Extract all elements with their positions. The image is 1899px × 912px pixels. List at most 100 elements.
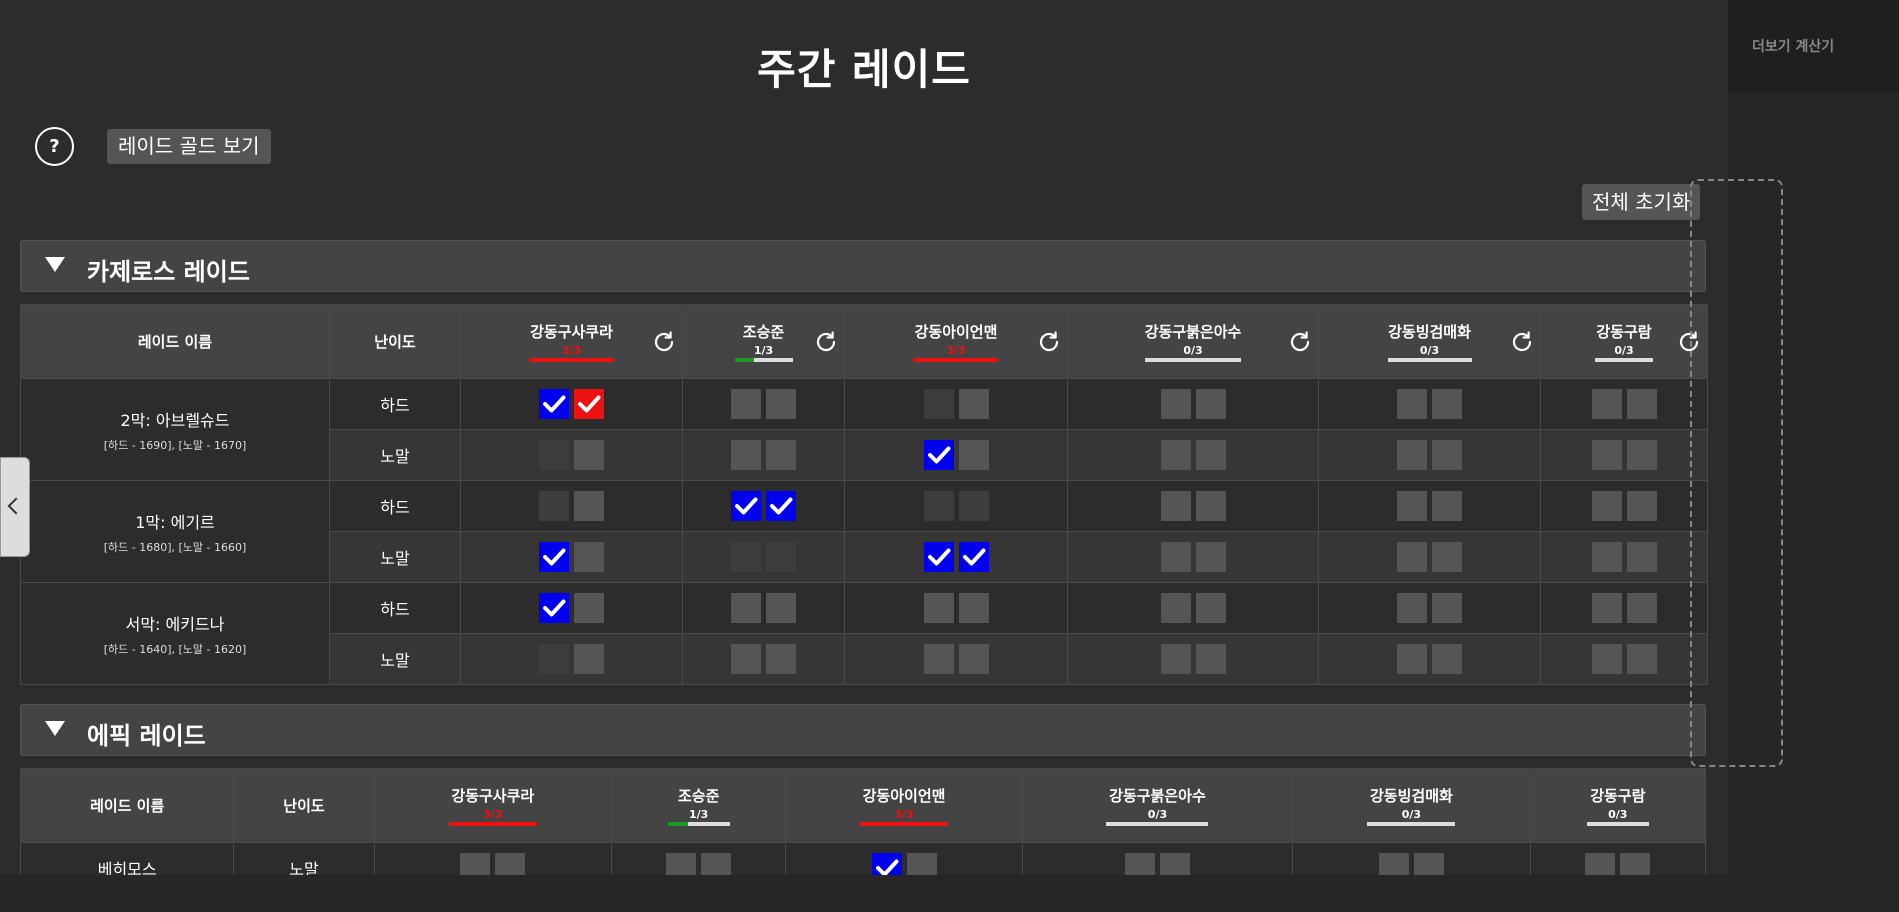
gate-checkbox[interactable] bbox=[1585, 853, 1616, 875]
gate-checkbox[interactable] bbox=[539, 644, 569, 674]
gate-checkbox[interactable] bbox=[923, 542, 954, 572]
gate-checkbox[interactable] bbox=[1195, 593, 1226, 623]
gate-checkbox[interactable] bbox=[574, 440, 604, 470]
gate-checkbox[interactable] bbox=[1159, 853, 1190, 875]
gate-checkbox[interactable] bbox=[539, 440, 569, 470]
gate-checkbox[interactable] bbox=[923, 440, 954, 470]
gate-checkbox[interactable] bbox=[574, 491, 604, 521]
gate-checkbox[interactable] bbox=[766, 542, 796, 572]
gate-checkbox[interactable] bbox=[1397, 491, 1427, 521]
table-row: 베히모스 노말 bbox=[19, 842, 1707, 875]
gate-checkbox[interactable] bbox=[1397, 593, 1427, 623]
gate-checkbox[interactable] bbox=[1124, 853, 1155, 875]
gate-checkbox[interactable] bbox=[1195, 644, 1226, 674]
gate-checkbox[interactable] bbox=[1195, 389, 1226, 419]
gate-checkbox[interactable] bbox=[958, 491, 989, 521]
gate-checkbox[interactable] bbox=[1432, 542, 1462, 572]
gate-checkbox[interactable] bbox=[1160, 593, 1191, 623]
gate-checkbox[interactable] bbox=[1160, 491, 1191, 521]
gate-checkbox[interactable] bbox=[666, 853, 697, 875]
gate-checkbox[interactable] bbox=[1160, 389, 1191, 419]
character-column-header: 강동구붉은아수 0/3 bbox=[1067, 304, 1319, 379]
gate-checkbox[interactable] bbox=[1432, 644, 1462, 674]
refresh-icon[interactable] bbox=[1510, 330, 1534, 354]
gate-checkbox[interactable] bbox=[731, 593, 761, 623]
gate-checkbox[interactable] bbox=[574, 542, 604, 572]
gate-checkbox-cell bbox=[1067, 531, 1319, 583]
gate-checkbox[interactable] bbox=[923, 491, 954, 521]
gate-checkbox[interactable] bbox=[731, 644, 761, 674]
gate-checkbox[interactable] bbox=[1591, 491, 1622, 521]
gate-checkbox[interactable] bbox=[923, 389, 954, 419]
gate-checkbox[interactable] bbox=[1591, 542, 1622, 572]
gate-checkbox[interactable] bbox=[958, 542, 989, 572]
gate-checkbox[interactable] bbox=[731, 542, 761, 572]
gate-checkbox[interactable] bbox=[923, 644, 954, 674]
gate-checkbox[interactable] bbox=[1160, 542, 1191, 572]
gate-checkbox[interactable] bbox=[1160, 440, 1191, 470]
gate-checkbox[interactable] bbox=[1432, 389, 1462, 419]
gate-checkbox[interactable] bbox=[1432, 491, 1462, 521]
gate-checkbox[interactable] bbox=[766, 440, 796, 470]
gate-checkbox[interactable] bbox=[574, 389, 604, 419]
refresh-icon[interactable] bbox=[652, 330, 676, 354]
gate-checkbox[interactable] bbox=[574, 644, 604, 674]
help-button[interactable]: ? bbox=[35, 127, 74, 166]
gate-checkbox[interactable] bbox=[701, 853, 732, 875]
gate-checkbox[interactable] bbox=[1195, 491, 1226, 521]
section-header-kazeros[interactable]: 카제로스 레이드 bbox=[20, 240, 1706, 292]
gate-checkbox[interactable] bbox=[1413, 853, 1444, 875]
gate-checkbox[interactable] bbox=[1195, 542, 1226, 572]
section-header-epic[interactable]: 에픽 레이드 bbox=[20, 704, 1706, 756]
gate-checkbox[interactable] bbox=[1378, 853, 1409, 875]
gate-checkbox[interactable] bbox=[1397, 389, 1427, 419]
gate-checkbox[interactable] bbox=[1397, 440, 1427, 470]
gate-checkbox[interactable] bbox=[539, 542, 569, 572]
gate-checkbox[interactable] bbox=[1626, 542, 1657, 572]
gate-checkbox[interactable] bbox=[923, 593, 954, 623]
gate-checkbox[interactable] bbox=[958, 440, 989, 470]
gate-checkbox[interactable] bbox=[1626, 491, 1657, 521]
gate-checkbox[interactable] bbox=[766, 491, 796, 521]
reset-all-button[interactable]: 전체 초기화 bbox=[1582, 184, 1701, 220]
gate-checkbox[interactable] bbox=[460, 853, 491, 875]
gate-checkbox[interactable] bbox=[1591, 389, 1622, 419]
gate-checkbox[interactable] bbox=[1432, 593, 1462, 623]
header-difficulty: 난이도 bbox=[233, 768, 375, 843]
gate-checkbox[interactable] bbox=[539, 389, 569, 419]
gate-checkbox[interactable] bbox=[958, 593, 989, 623]
gate-checkbox[interactable] bbox=[906, 853, 937, 875]
gate-checkbox[interactable] bbox=[766, 593, 796, 623]
gate-checkbox[interactable] bbox=[766, 389, 796, 419]
gate-checkbox[interactable] bbox=[1626, 389, 1657, 419]
refresh-icon[interactable] bbox=[1037, 330, 1061, 354]
gate-checkbox[interactable] bbox=[574, 593, 604, 623]
gate-checkbox[interactable] bbox=[1397, 542, 1427, 572]
gate-checkbox[interactable] bbox=[871, 853, 902, 875]
gate-checkbox[interactable] bbox=[1626, 644, 1657, 674]
gate-checkbox[interactable] bbox=[731, 491, 761, 521]
gate-checkbox[interactable] bbox=[1591, 593, 1622, 623]
gate-checkbox[interactable] bbox=[731, 389, 761, 419]
side-panel-title[interactable]: 더보기 계산기 bbox=[1752, 36, 1834, 56]
raid-gold-button[interactable]: 레이드 골드 보기 bbox=[107, 129, 271, 164]
gate-checkbox[interactable] bbox=[495, 853, 526, 875]
gate-checkbox[interactable] bbox=[1591, 644, 1622, 674]
gate-checkbox[interactable] bbox=[1195, 440, 1226, 470]
gate-checkbox[interactable] bbox=[1620, 853, 1651, 875]
gate-checkbox[interactable] bbox=[958, 389, 989, 419]
gate-checkbox[interactable] bbox=[1160, 644, 1191, 674]
gate-checkbox[interactable] bbox=[1432, 440, 1462, 470]
gate-checkbox[interactable] bbox=[1626, 593, 1657, 623]
refresh-icon[interactable] bbox=[1288, 330, 1312, 354]
gate-checkbox[interactable] bbox=[731, 440, 761, 470]
gate-checkbox[interactable] bbox=[766, 644, 796, 674]
gate-checkbox[interactable] bbox=[539, 491, 569, 521]
gate-checkbox[interactable] bbox=[1591, 440, 1622, 470]
gate-checkbox[interactable] bbox=[539, 593, 569, 623]
gate-checkbox[interactable] bbox=[1397, 644, 1427, 674]
collapse-handle[interactable] bbox=[0, 457, 30, 557]
gate-checkbox[interactable] bbox=[1626, 440, 1657, 470]
gate-checkbox[interactable] bbox=[958, 644, 989, 674]
refresh-icon[interactable] bbox=[814, 330, 838, 354]
